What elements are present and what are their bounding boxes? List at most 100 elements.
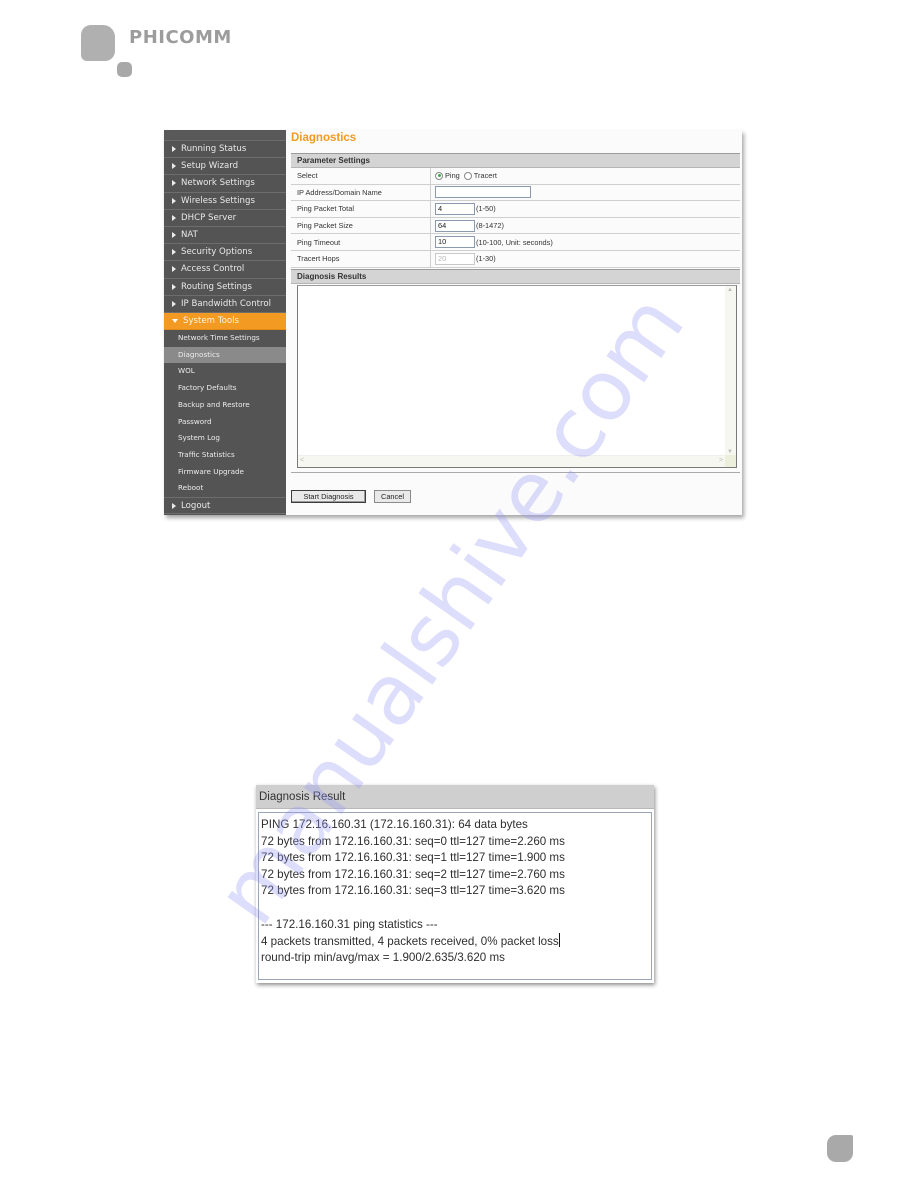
sidebar-item-network-settings[interactable]: Network Settings xyxy=(164,175,286,193)
select-row: Select Ping Tracert xyxy=(291,168,740,185)
result-line: --- 172.16.160.31 ping statistics --- xyxy=(261,917,438,931)
timeout-cell: 10 (10-100, Unit: seconds) xyxy=(431,234,553,250)
sidebar-item-nat[interactable]: NAT xyxy=(164,227,286,245)
divider xyxy=(291,472,740,473)
tracert-hops-input: 20 xyxy=(435,252,475,265)
scroll-left-icon[interactable]: < xyxy=(300,457,304,464)
hops-row: Tracert Hops 20 (1-30) xyxy=(291,250,740,268)
sidebar-item-label: System Tools xyxy=(183,315,239,326)
arrow-down-icon xyxy=(172,318,178,323)
sidebar-subitem-factory-defaults[interactable]: Factory Defaults xyxy=(164,380,286,397)
result-line: round-trip min/avg/max = 1.900/2.635/3.6… xyxy=(261,950,505,964)
sidebar-subitem-traffic-statistics[interactable]: Traffic Statistics xyxy=(164,447,286,464)
result-line xyxy=(261,900,651,917)
start-diagnosis-button[interactable]: Start Diagnosis xyxy=(291,490,366,503)
sidebar-subitem-firmware-upgrade[interactable]: Firmware Upgrade xyxy=(164,464,286,481)
diagnosis-results-textarea[interactable]: ▲ ▼ < > xyxy=(297,285,737,468)
sidebar-item-logout[interactable]: Logout xyxy=(164,496,286,515)
ip-label: IP Address/Domain Name xyxy=(291,184,431,201)
parameter-settings-header: Parameter Settings xyxy=(291,153,740,168)
sidebar-item-access-control[interactable]: Access Control xyxy=(164,261,286,279)
sidebar-item-label: NAT xyxy=(181,230,198,241)
packet-total-input[interactable]: 4 xyxy=(435,202,475,215)
scroll-up-icon[interactable]: ▲ xyxy=(727,287,733,293)
sidebar-item-label: DHCP Server xyxy=(181,212,237,223)
horizontal-scrollbar[interactable]: < > xyxy=(298,455,726,467)
cancel-button[interactable]: Cancel xyxy=(374,490,411,503)
result-line: 72 bytes from 172.16.160.31: seq=0 ttl=1… xyxy=(261,834,565,848)
page-corner-tab xyxy=(827,1135,853,1162)
diagnosis-result-screenshot: Diagnosis Result PING 172.16.160.31 (172… xyxy=(256,785,654,983)
timeout-hint: (10-100, Unit: seconds) xyxy=(476,237,553,247)
sidebar-item-label: Setup Wizard xyxy=(181,161,239,172)
ip-address-input[interactable] xyxy=(435,186,531,199)
result-line: PING 172.16.160.31 (172.16.160.31): 64 d… xyxy=(261,818,528,831)
packet-size-hint: (8-1472) xyxy=(476,221,504,231)
hops-label: Tracert Hops xyxy=(291,250,431,267)
tracert-radio[interactable] xyxy=(463,171,472,180)
diagnosis-results-header: Diagnosis Results xyxy=(291,269,740,284)
router-diagnostics-screenshot: Running Status Setup Wizard Network Sett… xyxy=(164,130,742,515)
arrow-right-icon xyxy=(172,266,176,273)
diagnosis-result-output[interactable]: PING 172.16.160.31 (172.16.160.31): 64 d… xyxy=(258,812,652,980)
hops-cell: 20 (1-30) xyxy=(431,251,496,267)
packet-total-hint: (1-50) xyxy=(476,204,496,214)
timeout-input[interactable]: 10 xyxy=(435,236,475,249)
packet-size-cell: 64 (8-1472) xyxy=(431,218,504,234)
ping-radio[interactable] xyxy=(435,171,443,180)
sidebar-item-label: Wireless Settings xyxy=(181,195,255,206)
sidebar-item-label: Network Settings xyxy=(181,178,255,189)
sidebar-item-setup-wizard[interactable]: Setup Wizard xyxy=(164,158,286,176)
logo-mark-large xyxy=(81,25,115,61)
sidebar-item-security-options[interactable]: Security Options xyxy=(164,244,286,262)
result-line: 72 bytes from 172.16.160.31: seq=1 ttl=1… xyxy=(261,851,565,865)
packet-total-row: Ping Packet Total 4 (1-50) xyxy=(291,201,740,218)
arrow-right-icon xyxy=(172,300,176,307)
arrow-right-icon xyxy=(172,197,176,204)
logo-wordmark: PHICOMM xyxy=(129,27,232,48)
sidebar-item-ip-bandwidth-control[interactable]: IP Bandwidth Control xyxy=(164,296,286,313)
packet-total-label: Ping Packet Total xyxy=(291,201,431,217)
vertical-scrollbar[interactable]: ▲ ▼ xyxy=(725,286,736,456)
sidebar-subitem-system-log[interactable]: System Log xyxy=(164,430,286,447)
arrow-right-icon xyxy=(172,214,176,221)
timeout-label: Ping Timeout xyxy=(291,234,431,250)
sidebar-item-dhcp-server[interactable]: DHCP Server xyxy=(164,210,286,227)
sidebar-subitem-diagnostics[interactable]: Diagnostics xyxy=(164,346,286,364)
scroll-right-icon[interactable]: > xyxy=(719,457,723,464)
text-caret xyxy=(558,933,560,948)
result-line: 72 bytes from 172.16.160.31: seq=2 ttl=1… xyxy=(261,867,565,881)
sidebar-item-wireless-settings[interactable]: Wireless Settings xyxy=(164,193,286,210)
result-line-text: 4 packets transmitted, 4 packets receive… xyxy=(261,935,559,949)
tracert-radio-label[interactable]: Tracert xyxy=(474,171,497,180)
arrow-right-icon xyxy=(172,283,176,290)
parameter-table: Select Ping Tracert IP Address/Domain Na… xyxy=(291,168,740,268)
scrollbar-corner xyxy=(725,455,736,467)
sidebar-subitem-password[interactable]: Password xyxy=(164,414,286,431)
sidebar-subitem-wol[interactable]: WOL xyxy=(164,363,286,380)
sidebar: Running Status Setup Wizard Network Sett… xyxy=(164,130,286,515)
sidebar-item-label: Security Options xyxy=(181,247,253,258)
ping-radio-label[interactable]: Ping xyxy=(445,171,460,180)
sidebar-item-label: Access Control xyxy=(181,264,245,275)
diagnostics-content: Diagnostics Parameter Settings Select Pi… xyxy=(286,130,742,515)
diagnosis-result-header: Diagnosis Result xyxy=(256,785,654,809)
packet-size-row: Ping Packet Size 64 (8-1472) xyxy=(291,217,740,235)
sidebar-top-strip xyxy=(164,130,286,141)
select-label: Select xyxy=(291,168,431,184)
arrow-right-icon xyxy=(172,146,176,153)
packet-size-input[interactable]: 64 xyxy=(435,219,475,232)
logo-mark-small xyxy=(117,62,132,77)
packet-total-cell: 4 (1-50) xyxy=(431,201,496,217)
sidebar-subitem-backup-and-restore[interactable]: Backup and Restore xyxy=(164,397,286,414)
sidebar-item-running-status[interactable]: Running Status xyxy=(164,141,286,159)
sidebar-item-label: IP Bandwidth Control xyxy=(181,298,271,309)
sidebar-subitem-network-time-settings[interactable]: Network Time Settings xyxy=(164,330,286,347)
sidebar-subitem-reboot[interactable]: Reboot xyxy=(164,480,286,497)
hops-hint: (1-30) xyxy=(476,254,496,264)
sidebar-item-routing-settings[interactable]: Routing Settings xyxy=(164,279,286,296)
sidebar-item-system-tools[interactable]: System Tools xyxy=(164,312,286,331)
select-options: Ping Tracert xyxy=(431,168,501,184)
phicomm-logo: PHICOMM xyxy=(81,24,251,80)
page-title: Diagnostics xyxy=(291,132,357,144)
